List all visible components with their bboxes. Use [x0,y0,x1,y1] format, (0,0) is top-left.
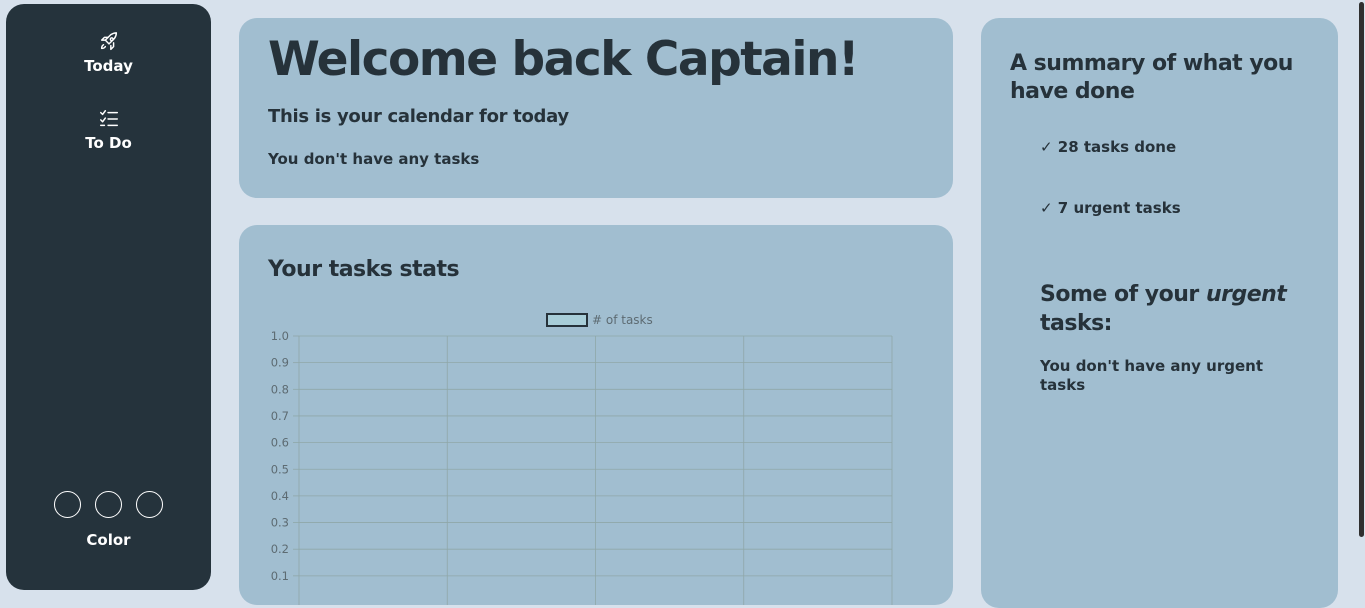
urgent-heading-pre: Some of your [1040,282,1206,307]
y-tick-label: 0.8 [271,382,289,396]
urgent-heading-emphasis: urgent [1205,282,1287,307]
sidebar: Today To Do Color [6,4,211,590]
y-tick-label: 0.9 [271,356,289,370]
page-title: Welcome back Captain! [268,32,859,87]
stats-card: Your tasks stats # of tasks 0.1 0.2 0.3 0.4 0… [239,225,953,605]
tasks-chart: # of tasks 0.1 0.2 0.3 0.4 0.5 0.6 0.7 0.8 0.9 1.0 [271,313,893,605]
sidebar-item-today[interactable]: Today [6,31,211,75]
y-tick-label: 0.1 [271,569,289,583]
y-tick-label: 0.5 [271,462,289,476]
no-urgent-tasks-message: You don't have any urgent tasks [1040,357,1264,394]
sidebar-item-label: To Do [85,134,132,152]
y-tick-label: 0.4 [271,489,289,503]
welcome-card: Welcome back Captain! This is your calen… [239,18,953,198]
summary-card: A summary of what you have done ✓ 28 tas… [981,18,1338,608]
y-tick-label: 1.0 [271,329,289,343]
scrollbar[interactable] [1357,0,1365,593]
legend-swatch [546,313,588,327]
urgent-tasks-heading: Some of your urgent tasks: [1040,280,1300,338]
y-tick-label: 0.3 [271,516,289,530]
y-tick-label: 0.2 [271,542,289,556]
y-tick-label: 0.6 [271,436,289,450]
checklist-icon [99,110,118,127]
tasks-done-stat: ✓ 28 tasks done [1040,138,1177,156]
urgent-heading-post: tasks: [1040,311,1112,336]
color-label: Color [86,531,131,549]
scrollbar-thumb[interactable] [1359,2,1364,537]
color-swatch-3[interactable] [136,491,163,518]
color-swatches [6,491,211,518]
urgent-tasks-stat: ✓ 7 urgent tasks [1040,199,1181,217]
legend-label: # of tasks [592,313,653,327]
calendar-subtitle: This is your calendar for today [268,106,569,127]
no-tasks-message: You don't have any tasks [268,150,480,168]
summary-title: A summary of what you have done [1010,51,1293,104]
sidebar-item-todo[interactable]: To Do [6,108,211,152]
sidebar-item-label: Today [84,57,133,75]
rocket-icon [100,32,117,51]
color-swatch-1[interactable] [54,491,81,518]
color-swatch-2[interactable] [95,491,122,518]
y-tick-label: 0.7 [271,409,289,423]
